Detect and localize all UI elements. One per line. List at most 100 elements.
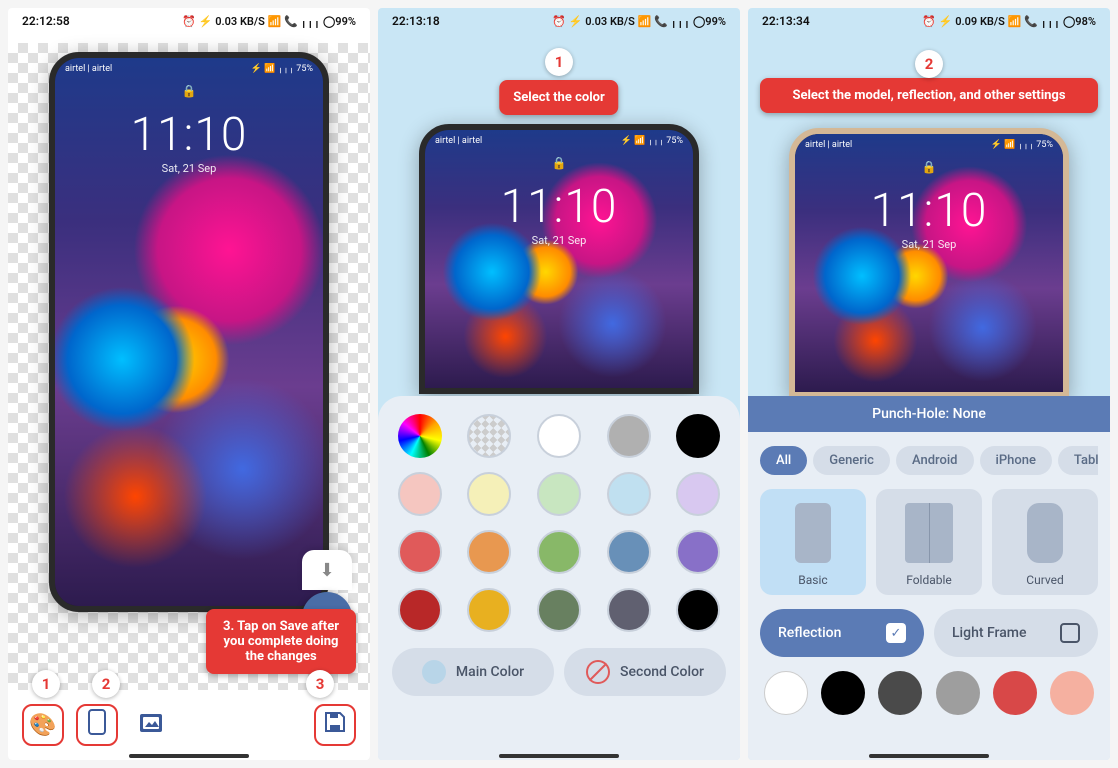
color-swatch[interactable] [537,588,581,632]
punch-hole-header[interactable]: Punch-Hole: None [748,396,1110,432]
lock-time: 11:10 [871,184,988,238]
frame-color-swatch[interactable] [1050,671,1094,715]
lock-time: 11:10 [501,180,618,234]
screen-3-model-settings: 22:13:34 ⏰ ⚡ 0.09 KB/S 📶 📞 ╷╷╷ ◯98% 2 Se… [748,8,1110,760]
device-category-tabs: AllGenericAndroidiPhoneTablet [760,446,1098,475]
step-badge-2: 2 [92,670,120,698]
device-model-row: Basic Foldable Curved [760,489,1098,595]
lock-icon: 🔒 [552,156,567,170]
reflection-toggle[interactable]: Reflection ✓ [760,609,924,657]
main-color-preview [422,660,446,684]
screen-2-color-picker: 22:13:18 ⏰ ⚡ 0.03 KB/S 📶 📞 ╷╷╷ ◯99% 1 Se… [378,8,740,760]
tab-all[interactable]: All [760,446,807,475]
frame-color-swatch[interactable] [936,671,980,715]
color-swatch[interactable] [607,472,651,516]
model-card-basic[interactable]: Basic [760,489,866,595]
color-swatch[interactable] [537,472,581,516]
nav-indicator [129,754,249,758]
color-swatch[interactable] [467,530,511,574]
callout-color: Select the color [499,80,618,115]
status-time: 22:12:58 [22,14,70,28]
tab-android[interactable]: Android [896,446,974,475]
tab-generic[interactable]: Generic [813,446,890,475]
color-swatch[interactable] [398,530,442,574]
save-button[interactable] [314,704,356,746]
lock-date: Sat, 21 Sep [532,234,587,247]
lock-status-icons: ⚡ 📶 ╷╷╷ 75% [991,140,1053,150]
status-icons: ⏰ ⚡ 0.03 KB/S 📶 📞 ╷╷╷ ◯99% [182,15,356,28]
color-swatch[interactable] [676,588,720,632]
phone-icon [88,709,106,741]
step-badge-1: 1 [32,670,60,698]
lock-date: Sat, 21 Sep [162,162,217,175]
color-swatch[interactable] [676,414,720,458]
frame-color-swatch[interactable] [764,671,808,715]
model-label: Curved [1026,573,1063,587]
color-swatch[interactable] [676,530,720,574]
device-button[interactable] [76,704,118,746]
model-shape-icon [905,503,953,563]
lock-icon: 🔒 [922,160,937,174]
device-mockup[interactable]: airtel | airtel ⚡ 📶 ╷╷╷ 75% 🔒 11:10 Sat,… [419,124,699,394]
light-frame-toggle[interactable]: Light Frame [934,609,1098,657]
frame-color-swatch[interactable] [993,671,1037,715]
model-shape-icon [1027,503,1063,563]
no-color-icon [586,660,610,684]
lock-time: 11:10 [131,108,248,162]
status-bar: 22:13:34 ⏰ ⚡ 0.09 KB/S 📶 📞 ╷╷╷ ◯98% [748,8,1110,34]
color-swatch[interactable] [398,414,442,458]
color-swatch[interactable] [537,530,581,574]
main-color-button[interactable]: Main Color [392,648,554,696]
image-button[interactable] [130,704,172,746]
color-swatch[interactable] [467,588,511,632]
model-card-curved[interactable]: Curved [992,489,1098,595]
tab-tablet[interactable]: Tablet [1058,446,1098,475]
model-card-foldable[interactable]: Foldable [876,489,982,595]
step-badge-3: 3 [306,670,334,698]
lockscreen-overlay: airtel | airtel ⚡ 📶 ╷╷╷ 75% 🔒 11:10 Sat,… [795,134,1063,392]
nav-indicator [499,754,619,758]
color-swatch[interactable] [398,588,442,632]
step-badge: 1 [545,48,573,76]
tab-iphone[interactable]: iPhone [980,446,1052,475]
color-swatch[interactable] [607,530,651,574]
device-mockup[interactable]: airtel | airtel ⚡ 📶 ╷╷╷ 75% 🔒 11:10 Sat,… [789,128,1069,398]
screen-1-editor: 22:12:58 ⏰ ⚡ 0.03 KB/S 📶 📞 ╷╷╷ ◯99% airt… [8,8,370,760]
color-swatch[interactable] [607,588,651,632]
frame-color-swatches [760,671,1098,715]
lock-icon: 🔒 [182,84,197,98]
color-swatch[interactable] [467,472,511,516]
status-bar: 22:12:58 ⏰ ⚡ 0.03 KB/S 📶 📞 ╷╷╷ ◯99% [8,8,370,34]
status-time: 22:13:34 [762,14,810,28]
color-swatch[interactable] [607,414,651,458]
status-icons: ⏰ ⚡ 0.03 KB/S 📶 📞 ╷╷╷ ◯99% [552,15,726,28]
palette-button[interactable]: 🎨 [22,704,64,746]
step-badge: 2 [915,50,943,78]
lock-status-icons: ⚡ 📶 ╷╷╷ 75% [621,136,683,146]
color-swatch[interactable] [537,414,581,458]
frame-color-swatch[interactable] [878,671,922,715]
model-label: Basic [798,573,827,587]
device-mockup[interactable]: airtel | airtel ⚡ 📶 ╷╷╷ 75% 🔒 11:10 Sat,… [49,52,329,612]
lockscreen-overlay: airtel | airtel ⚡ 📶 ╷╷╷ 75% 🔒 11:10 Sat,… [55,58,323,606]
bottom-toolbar: 🎨 [8,690,370,760]
carrier-label: airtel | airtel [65,64,112,74]
carrier-label: airtel | airtel [805,140,852,150]
color-swatch[interactable] [467,414,511,458]
callout-save: 3. Tap on Save after you complete doing … [206,609,356,674]
second-color-label: Second Color [620,664,704,680]
image-icon [140,713,162,738]
lock-date: Sat, 21 Sep [902,238,957,251]
save-icon [324,711,346,739]
color-swatch[interactable] [676,472,720,516]
second-color-button[interactable]: Second Color [564,648,726,696]
callout-model: Select the model, reflection, and other … [760,78,1098,113]
reflection-label: Reflection [778,625,841,641]
frame-color-swatch[interactable] [821,671,865,715]
status-icons: ⏰ ⚡ 0.09 KB/S 📶 📞 ╷╷╷ ◯98% [922,15,1096,28]
color-swatch[interactable] [398,472,442,516]
color-swatch-grid [392,414,726,632]
status-bar: 22:13:18 ⏰ ⚡ 0.03 KB/S 📶 📞 ╷╷╷ ◯99% [378,8,740,34]
download-button[interactable]: ⬇ [302,550,352,590]
palette-icon: 🎨 [29,713,56,738]
